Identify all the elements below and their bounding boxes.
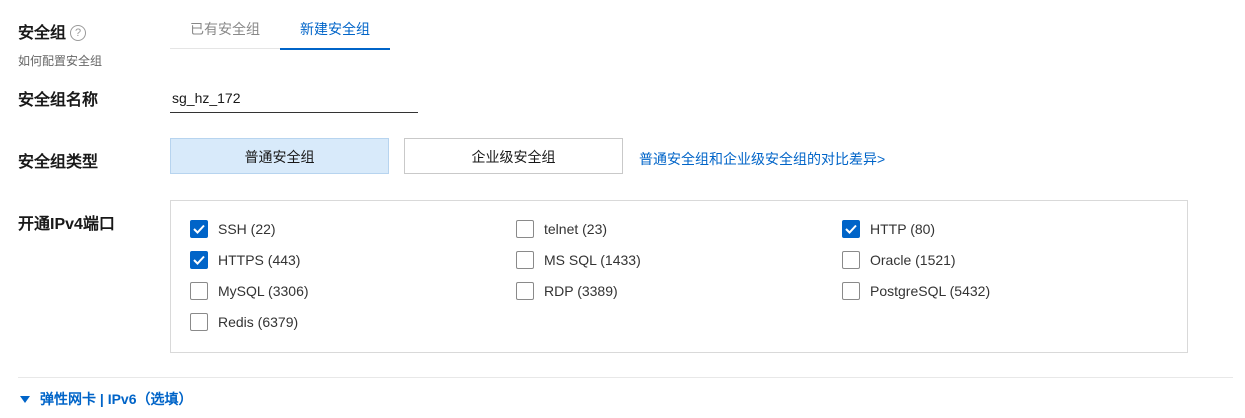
port-label: Oracle (1521) — [870, 252, 956, 268]
security-group-name-label: 安全组名称 — [18, 92, 99, 109]
port-option-http[interactable]: HTTP (80) — [842, 219, 935, 239]
security-group-title: 安全组? — [18, 19, 87, 43]
port-option-mysql[interactable]: MySQL (3306) — [190, 281, 309, 301]
port-option-ssh[interactable]: SSH (22) — [190, 219, 276, 239]
checkbox-checked-icon[interactable] — [842, 220, 860, 238]
tab-existing-security-group[interactable]: 已有安全组 — [170, 14, 280, 49]
checkbox-unchecked-icon[interactable] — [190, 282, 208, 300]
checkbox-unchecked-icon[interactable] — [516, 282, 534, 300]
caret-down-icon — [20, 395, 30, 403]
port-label: RDP (3389) — [544, 283, 618, 299]
port-option-redis[interactable]: Redis (6379) — [190, 312, 298, 332]
ipv4-ports-label: 开通IPv4端口 — [18, 216, 115, 233]
compare-link[interactable]: 普通安全组和企业级安全组的对比差异> — [639, 149, 885, 169]
checkbox-unchecked-icon[interactable] — [190, 313, 208, 331]
question-circle-icon[interactable]: ? — [70, 25, 87, 41]
port-option-https[interactable]: HTTPS (443) — [190, 250, 300, 270]
eni-ipv6-expander[interactable]: 弹性网卡 | IPv6（选填） — [20, 389, 193, 409]
port-label: Redis (6379) — [218, 314, 299, 330]
port-option-postgresql[interactable]: PostgreSQL (5432) — [842, 281, 990, 301]
type-option-enterprise[interactable]: 企业级安全组 — [404, 138, 623, 174]
config-hint[interactable]: 如何配置安全组 — [18, 52, 102, 69]
section-divider — [18, 377, 1233, 378]
type-option-normal[interactable]: 普通安全组 — [170, 138, 389, 174]
expander-label: 弹性网卡 | IPv6（选填） — [40, 391, 193, 407]
port-option-telnet[interactable]: telnet (23) — [516, 219, 607, 239]
port-label: MySQL (3306) — [218, 283, 309, 299]
checkbox-unchecked-icon[interactable] — [516, 251, 534, 269]
checkbox-unchecked-icon[interactable] — [842, 251, 860, 269]
port-label: HTTPS (443) — [218, 252, 301, 268]
tab-new-security-group[interactable]: 新建安全组 — [280, 14, 390, 50]
checkbox-unchecked-icon[interactable] — [842, 282, 860, 300]
checkbox-unchecked-icon[interactable] — [516, 220, 534, 238]
port-option-oracle[interactable]: Oracle (1521) — [842, 250, 956, 270]
port-label: SSH (22) — [218, 221, 276, 237]
port-option-rdp[interactable]: RDP (3389) — [516, 281, 618, 301]
port-label: MS SQL (1433) — [544, 252, 641, 268]
port-label: HTTP (80) — [870, 221, 936, 237]
checkbox-checked-icon[interactable] — [190, 220, 208, 238]
port-label: telnet (23) — [544, 221, 608, 237]
security-group-name-input[interactable] — [170, 84, 418, 113]
ports-panel: SSH (22) telnet (23) HTTP (80) HTTPS (44… — [170, 200, 1188, 353]
port-label: PostgreSQL (5432) — [870, 283, 991, 299]
port-option-mssql[interactable]: MS SQL (1433) — [516, 250, 641, 270]
security-group-title-text: 安全组 — [18, 25, 67, 42]
security-group-type-label: 安全组类型 — [18, 154, 99, 171]
checkbox-checked-icon[interactable] — [190, 251, 208, 269]
